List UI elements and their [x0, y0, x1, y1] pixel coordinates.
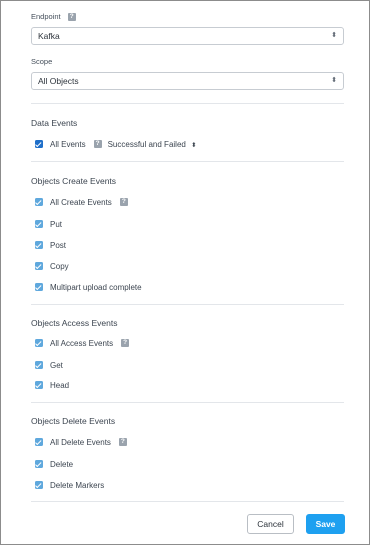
all-create-events-checkbox[interactable] — [35, 198, 43, 206]
event-settings-panel: Endpoint ? Kafka ⬍ Scope All Objects ⬍ D… — [0, 0, 370, 545]
help-icon[interactable]: ? — [119, 198, 128, 206]
save-button[interactable]: Save — [306, 514, 345, 534]
data-events-title: Data Events — [31, 118, 78, 128]
select-arrows-icon: ⬍ — [331, 77, 337, 84]
endpoint-selected-value: Kafka — [38, 31, 60, 41]
all-delete-events-checkbox[interactable] — [35, 438, 43, 446]
all-delete-events-label: All Delete Events — [50, 437, 111, 447]
divider — [31, 501, 344, 502]
checkbox-row-all-delete-events: All Delete Events ? — [35, 436, 127, 448]
delete-label: Delete — [50, 459, 74, 469]
divider — [31, 402, 344, 403]
delete-markers-label: Delete Markers — [50, 480, 105, 490]
help-icon[interactable]: ? — [67, 13, 76, 22]
help-icon[interactable]: ? — [118, 438, 127, 446]
help-icon[interactable]: ? — [93, 140, 102, 148]
scope-select[interactable]: All Objects ⬍ — [31, 72, 344, 90]
multipart-upload-complete-checkbox[interactable] — [35, 283, 43, 291]
copy-checkbox[interactable] — [35, 262, 43, 270]
checkbox-row-delete-markers: Delete Markers — [35, 479, 104, 491]
all-access-events-label: All Access Events — [50, 338, 114, 348]
put-label: Put — [50, 219, 63, 229]
delete-markers-checkbox[interactable] — [35, 481, 43, 489]
all-events-row: All Events ? Successful and Failed ⬍ — [35, 138, 197, 150]
delete-events-title: Objects Delete Events — [31, 416, 116, 426]
checkbox-row-put: Put — [35, 218, 62, 230]
get-checkbox[interactable] — [35, 361, 43, 369]
select-arrows-icon: ⬍ — [331, 32, 337, 39]
access-events-title: Objects Access Events — [31, 318, 118, 328]
scope-field-label: Scope — [31, 57, 53, 66]
select-arrows-icon: ⬍ — [191, 141, 197, 149]
checkbox-row-get: Get — [35, 359, 63, 371]
cancel-button[interactable]: Cancel — [247, 514, 294, 534]
scope-selected-value: All Objects — [38, 76, 79, 86]
divider — [31, 304, 344, 305]
status-filter-select[interactable]: Successful and Failed ⬍ — [108, 140, 197, 149]
checkbox-row-all-create-events: All Create Events ? — [35, 196, 128, 208]
delete-checkbox[interactable] — [35, 460, 43, 468]
multipart-upload-complete-label: Multipart upload complete — [50, 282, 142, 292]
all-create-events-label: All Create Events — [50, 197, 112, 207]
checkbox-row-delete: Delete — [35, 458, 73, 470]
post-checkbox[interactable] — [35, 241, 43, 249]
checkbox-row-head: Head — [35, 379, 69, 391]
checkbox-row-multipart-upload: Multipart upload complete — [35, 281, 142, 293]
put-checkbox[interactable] — [35, 220, 43, 228]
endpoint-select[interactable]: Kafka ⬍ — [31, 27, 344, 45]
post-label: Post — [50, 240, 67, 250]
create-events-title: Objects Create Events — [31, 176, 117, 186]
all-access-events-checkbox[interactable] — [35, 339, 43, 347]
divider — [31, 103, 344, 104]
divider — [31, 161, 344, 162]
get-label: Get — [50, 360, 63, 370]
status-filter-value: Successful and Failed — [107, 139, 186, 149]
copy-label: Copy — [50, 261, 69, 271]
endpoint-field-label: Endpoint ? — [31, 12, 76, 22]
checkbox-row-all-access-events: All Access Events ? — [35, 337, 130, 349]
head-checkbox[interactable] — [35, 381, 43, 389]
checkbox-row-copy: Copy — [35, 260, 69, 272]
checkbox-row-post: Post — [35, 239, 66, 251]
endpoint-label-text: Endpoint — [31, 12, 61, 21]
help-icon[interactable]: ? — [121, 339, 130, 347]
head-label: Head — [50, 380, 70, 390]
all-events-checkbox[interactable] — [35, 140, 43, 148]
all-events-label: All Events — [50, 139, 86, 149]
